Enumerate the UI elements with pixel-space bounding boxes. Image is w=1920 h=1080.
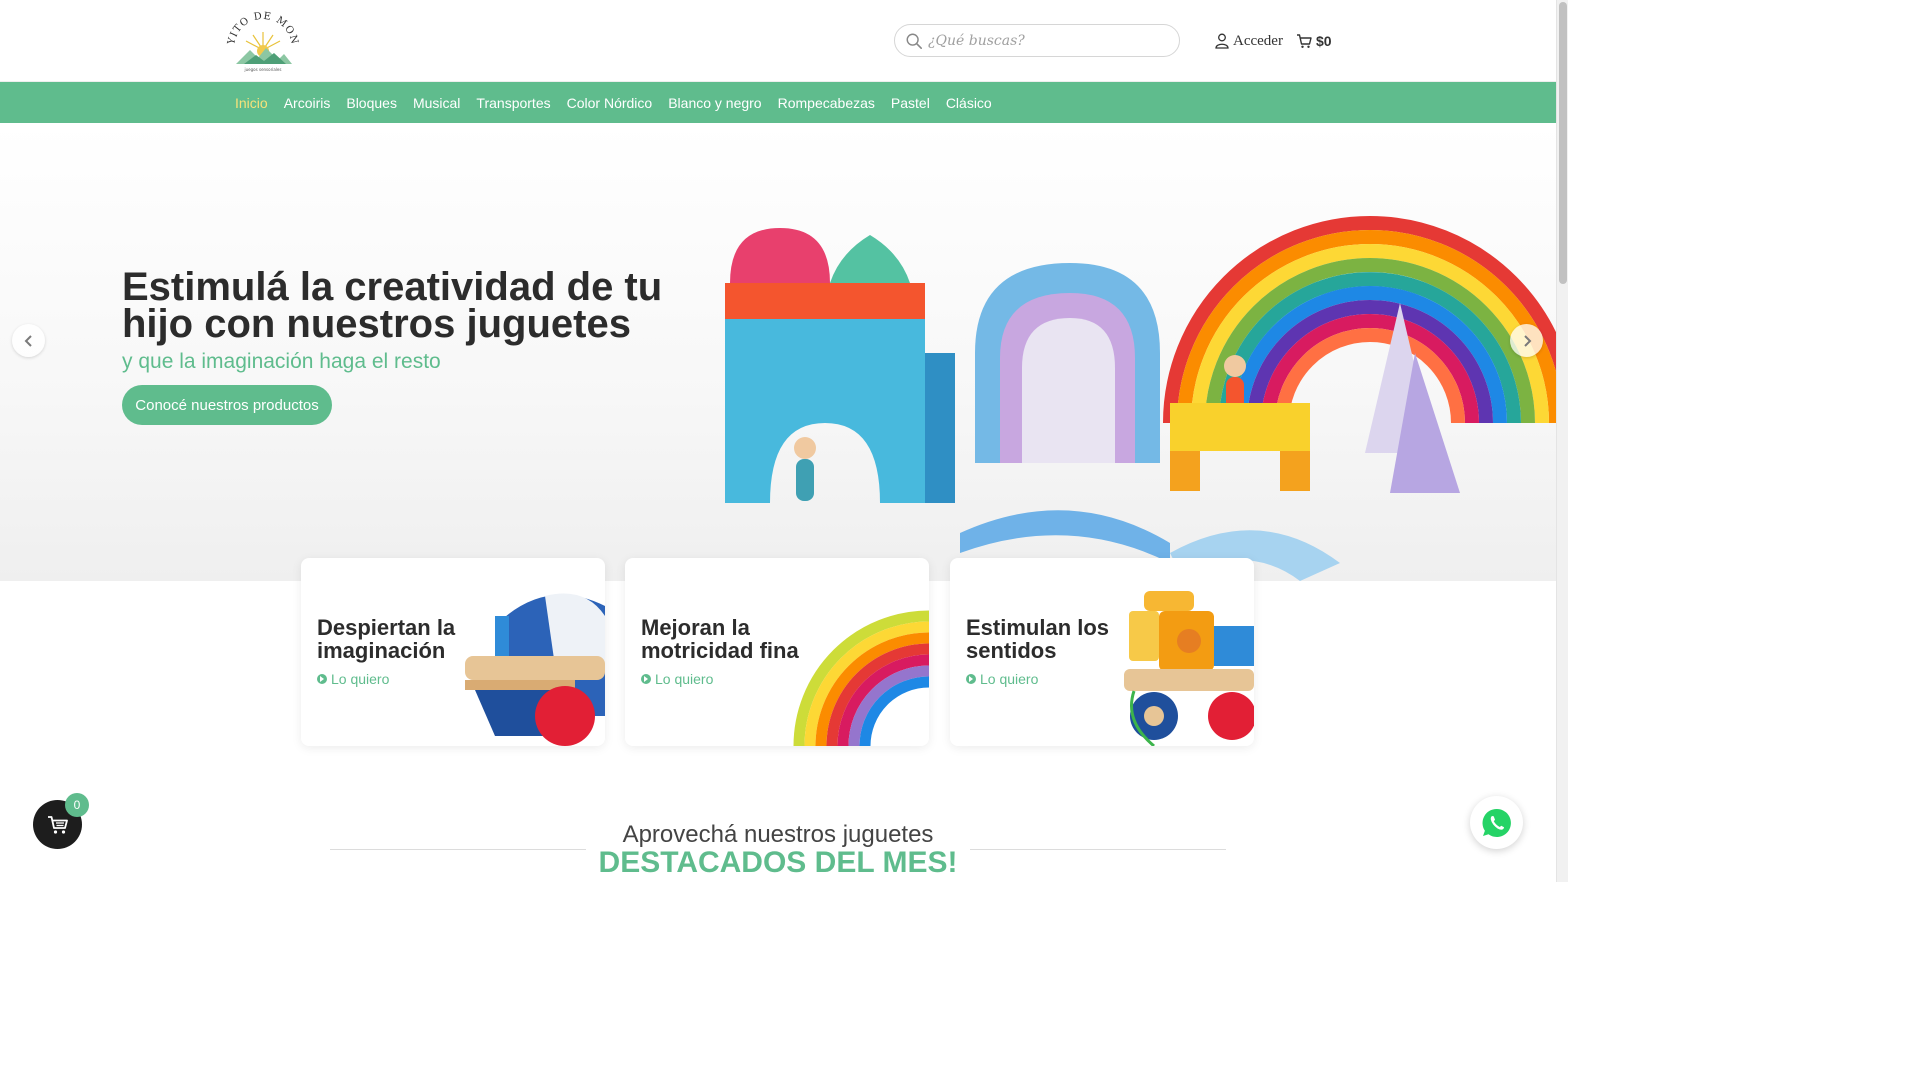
nav-item-pastel[interactable]: Pastel bbox=[883, 95, 938, 111]
cart-total: $0 bbox=[1316, 33, 1332, 49]
nav-item-transportes[interactable]: Transportes bbox=[468, 95, 558, 111]
nav-item-color-nordico[interactable]: Color Nórdico bbox=[559, 95, 661, 111]
scrollbar-thumb[interactable] bbox=[1559, 2, 1567, 284]
section-kicker: Aprovechá nuestros juguetes bbox=[622, 821, 934, 848]
feature-card-sentidos[interactable]: Estimulan los sentidos Lo quiero bbox=[950, 558, 1254, 746]
nav-item-inicio[interactable]: Inicio bbox=[227, 95, 276, 111]
cart-icon bbox=[47, 815, 68, 834]
site-logo[interactable]: RAYITO DE MONTE juegos sensoriales bbox=[221, 0, 300, 74]
hero-subtitle: y que la imaginación haga el resto bbox=[122, 350, 441, 373]
arrow-circle-icon bbox=[317, 674, 327, 684]
feature-link[interactable]: Lo quiero bbox=[317, 671, 389, 687]
chevron-right-icon bbox=[1523, 334, 1531, 347]
user-icon bbox=[1215, 33, 1229, 49]
hero-toys-image bbox=[725, 216, 1556, 581]
feature-link-label: Lo quiero bbox=[331, 671, 390, 687]
header-cart[interactable]: $0 bbox=[1296, 31, 1332, 51]
arrow-circle-icon bbox=[641, 674, 651, 684]
wooden-boat-toy-image bbox=[465, 593, 605, 746]
nav-item-rompecabezas[interactable]: Rompecabezas bbox=[770, 95, 883, 111]
slider-prev-button[interactable] bbox=[12, 324, 45, 357]
feature-card-motricidad[interactable]: Mejoran la motricidad fina Lo quiero bbox=[625, 558, 929, 746]
nav-item-musical[interactable]: Musical bbox=[405, 95, 468, 111]
feature-link-label: Lo quiero bbox=[980, 671, 1039, 687]
search-icon[interactable] bbox=[905, 32, 923, 50]
nav-item-blanco-y-negro[interactable]: Blanco y negro bbox=[660, 95, 769, 111]
hero-cta-button[interactable]: Conocé nuestros productos bbox=[122, 385, 332, 425]
feature-title: Estimulan los sentidos bbox=[966, 615, 1110, 663]
login-link[interactable]: Acceder bbox=[1215, 31, 1283, 51]
cart-icon bbox=[1297, 34, 1312, 48]
main-nav: Inicio Arcoiris Bloques Musical Transpor… bbox=[0, 82, 1556, 123]
logo-tagline: juegos sensoriales bbox=[244, 67, 282, 72]
nav-item-bloques[interactable]: Bloques bbox=[338, 95, 405, 111]
nav-item-arcoiris[interactable]: Arcoiris bbox=[276, 95, 339, 111]
page-scrollbar[interactable] bbox=[1556, 0, 1568, 882]
feature-title: Despiertan la imaginación bbox=[317, 615, 456, 663]
login-label: Acceder bbox=[1233, 32, 1283, 49]
feature-card-imaginacion[interactable]: Despiertan la imaginación Lo quiero bbox=[301, 558, 605, 746]
slider-next-button[interactable] bbox=[1510, 324, 1543, 357]
feature-link[interactable]: Lo quiero bbox=[966, 671, 1038, 687]
wooden-truck-toy-image bbox=[1124, 591, 1254, 746]
chevron-left-icon bbox=[24, 334, 32, 347]
page: RAYITO DE MONTE juegos sensoriales bbox=[0, 0, 1568, 882]
feature-link[interactable]: Lo quiero bbox=[641, 671, 713, 687]
hero-title: Estimulá la creatividad de tu hijo con n… bbox=[122, 265, 663, 346]
feature-title: Mejoran la motricidad fina bbox=[641, 615, 799, 663]
site-header: RAYITO DE MONTE juegos sensoriales bbox=[0, 0, 1556, 82]
search-input[interactable] bbox=[928, 26, 1173, 55]
section-title: DESTACADOS DEL MES! bbox=[598, 846, 958, 879]
search-box bbox=[894, 24, 1180, 57]
whatsapp-button[interactable] bbox=[1470, 796, 1523, 849]
hero-slider: Estimulá la creatividad de tu hijo con n… bbox=[0, 123, 1556, 581]
feature-link-label: Lo quiero bbox=[655, 671, 714, 687]
nav-item-clasico[interactable]: Clásico bbox=[938, 95, 1000, 111]
arrow-circle-icon bbox=[966, 674, 976, 684]
whatsapp-icon bbox=[1482, 808, 1511, 837]
cart-count-badge: 0 bbox=[65, 793, 89, 817]
